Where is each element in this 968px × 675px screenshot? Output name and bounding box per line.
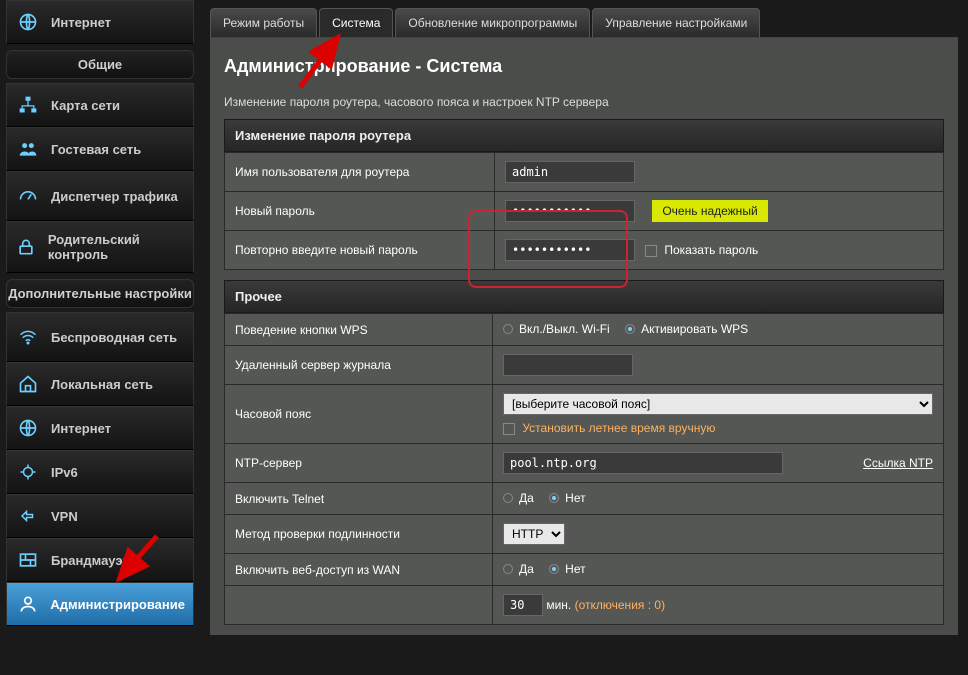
retype-label: Повторно введите новый пароль — [225, 231, 495, 270]
sidebar-label: IPv6 — [51, 465, 78, 480]
newpass-input[interactable] — [505, 200, 635, 222]
timeout-info: (отключения : 0) — [575, 598, 665, 612]
sidebar-item-lan[interactable]: Локальная сеть — [6, 362, 194, 406]
auth-select[interactable]: HTTP — [503, 523, 565, 545]
retype-input[interactable] — [505, 239, 635, 261]
sidebar-item-admin[interactable]: Администрирование — [6, 582, 194, 626]
sidebar-label: Диспетчер трафика — [51, 189, 178, 204]
telnet-label: Включить Telnet — [225, 483, 493, 515]
timeout-unit: мин. — [546, 598, 571, 612]
tab-settings-mgmt[interactable]: Управление настройками — [592, 8, 760, 37]
tab-firmware[interactable]: Обновление микропрограммы — [395, 8, 590, 37]
gauge-icon — [15, 185, 41, 207]
sidebar-item-parental[interactable]: Родительский контроль — [6, 221, 194, 273]
users-icon — [15, 138, 41, 160]
wps-radio-activate[interactable]: Активировать WPS — [625, 322, 748, 336]
sidebar-label: VPN — [51, 509, 78, 524]
telnet-no[interactable]: Нет — [549, 491, 585, 505]
sidebar-item-wireless[interactable]: Беспроводная сеть — [6, 312, 194, 362]
remotelog-label: Удаленный сервер журнала — [225, 346, 493, 385]
newpass-label: Новый пароль — [225, 192, 495, 231]
username-label: Имя пользователя для роутера — [225, 153, 495, 192]
wan-yes[interactable]: Да — [503, 562, 534, 576]
showpass-checkbox[interactable] — [645, 245, 657, 257]
sidebar-label: Беспроводная сеть — [51, 330, 177, 345]
ipv6-icon — [15, 461, 41, 483]
username-input[interactable] — [505, 161, 635, 183]
tab-mode[interactable]: Режим работы — [210, 8, 317, 37]
wps-label: Поведение кнопки WPS — [225, 314, 493, 346]
ntp-link[interactable]: Ссылка NTP — [863, 456, 933, 470]
wps-radio-toggle[interactable]: Вкл./Выкл. Wi-Fi — [503, 322, 610, 336]
sidebar-group-general: Общие — [6, 50, 194, 79]
sidebar-label: Брандмауэр — [51, 553, 130, 568]
sidebar-label: Родительский контроль — [48, 232, 185, 262]
firewall-icon — [15, 549, 41, 571]
dst-checkbox[interactable] — [503, 423, 515, 435]
section-other: Прочее — [224, 280, 944, 313]
ntp-label: NTP-сервер — [225, 444, 493, 483]
lock-icon — [15, 236, 38, 258]
wan-no[interactable]: Нет — [549, 562, 585, 576]
sidebar-item-ipv6[interactable]: IPv6 — [6, 450, 194, 494]
sidebar-label: Гостевая сеть — [51, 142, 141, 157]
timeout-input[interactable] — [503, 594, 543, 616]
sidebar-item-vpn[interactable]: VPN — [6, 494, 194, 538]
password-strength-badge: Очень надежный — [652, 200, 767, 222]
sitemap-icon — [15, 94, 41, 116]
wan-label: Включить веб-доступ из WAN — [225, 554, 493, 586]
showpass-label: Показать пароль — [664, 243, 758, 257]
page-desc: Изменение пароля роутера, часового пояса… — [224, 95, 944, 109]
telnet-yes[interactable]: Да — [503, 491, 534, 505]
page-title: Администрирование - Система — [224, 56, 944, 77]
sidebar-item-internet-top[interactable]: Интернет — [6, 0, 194, 44]
auth-label: Метод проверки подлинности — [225, 515, 493, 554]
home-icon — [15, 373, 41, 395]
timeout-label — [225, 586, 493, 625]
tz-select[interactable]: [выберите часовой пояс] — [503, 393, 933, 415]
sidebar-item-firewall[interactable]: Брандмауэр — [6, 538, 194, 582]
remotelog-input[interactable] — [503, 354, 633, 376]
sidebar-item-netmap[interactable]: Карта сети — [6, 83, 194, 127]
sidebar-label: Локальная сеть — [51, 377, 153, 392]
sidebar-item-guest[interactable]: Гостевая сеть — [6, 127, 194, 171]
tz-label: Часовой пояс — [225, 385, 493, 444]
globe-icon — [15, 11, 41, 33]
wifi-icon — [15, 326, 41, 348]
sidebar-label: Администрирование — [50, 597, 185, 612]
sidebar-label: Интернет — [51, 15, 111, 30]
sidebar-item-internet[interactable]: Интернет — [6, 406, 194, 450]
section-password: Изменение пароля роутера — [224, 119, 944, 152]
sidebar-item-traffic[interactable]: Диспетчер трафика — [6, 171, 194, 221]
ntp-input[interactable] — [503, 452, 783, 474]
sidebar-label: Интернет — [51, 421, 111, 436]
admin-icon — [15, 593, 40, 615]
dst-label: Установить летнее время вручную — [522, 421, 715, 435]
sidebar-group-advanced: Дополнительные настройки — [6, 279, 194, 308]
sidebar-label: Карта сети — [51, 98, 120, 113]
globe-icon — [15, 417, 41, 439]
tabs: Режим работы Система Обновление микропро… — [210, 8, 958, 38]
tab-system[interactable]: Система — [319, 8, 393, 37]
vpn-icon — [15, 505, 41, 527]
